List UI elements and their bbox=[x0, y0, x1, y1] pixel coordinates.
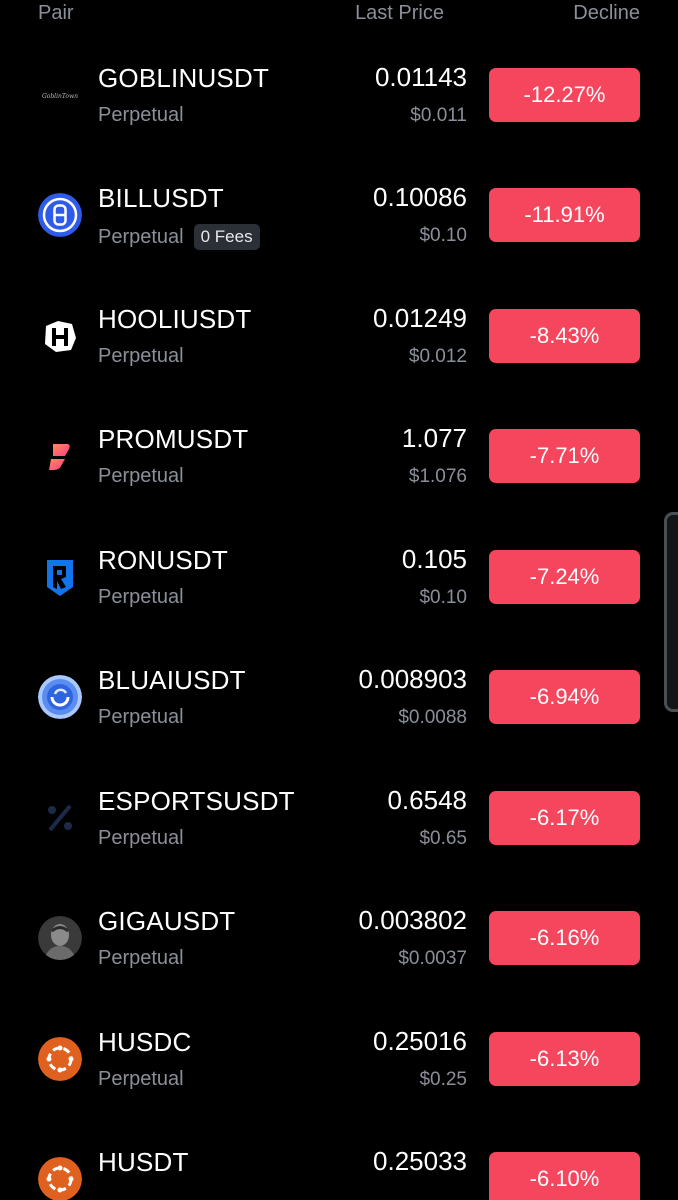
svg-text:GoblinTown: GoblinTown bbox=[42, 93, 78, 100]
bill-coin-icon bbox=[38, 193, 82, 237]
change-badge[interactable]: -6.16% bbox=[489, 911, 640, 965]
market-row-gigausdt[interactable]: GIGAUSDT Perpetual 0.003802 $0.0037 -6.1… bbox=[0, 891, 678, 1011]
pair-type: Perpetual bbox=[98, 465, 184, 487]
last-price-usd: $0.25 bbox=[419, 1069, 467, 1090]
last-price-usd: $0.012 bbox=[408, 346, 467, 367]
giga-avatar-icon bbox=[38, 916, 82, 960]
change-badge[interactable]: -6.17% bbox=[489, 791, 640, 845]
pair-symbol: PROMUSDT bbox=[98, 424, 249, 454]
last-price: 0.6548 bbox=[387, 785, 467, 815]
pair-type: Perpetual bbox=[98, 947, 184, 969]
goblin-logo-icon: GoblinTown bbox=[38, 73, 82, 117]
pair-type: Perpetual bbox=[98, 345, 184, 367]
market-row-esportsusdt[interactable]: ESPORTSUSDT Perpetual 0.6548 $0.65 -6.17… bbox=[0, 771, 678, 891]
pair-symbol: ESPORTSUSDT bbox=[98, 786, 295, 816]
pair-type-line: Perpetual bbox=[98, 345, 184, 368]
last-price: 0.105 bbox=[401, 544, 467, 574]
pair-type-line: Perpetual bbox=[98, 947, 184, 970]
change-badge[interactable]: -6.10% bbox=[489, 1152, 640, 1200]
pair-type: Perpetual bbox=[98, 225, 184, 248]
header-pair[interactable]: Pair bbox=[38, 2, 74, 25]
pair-type: Perpetual bbox=[98, 1068, 184, 1090]
last-price-usd: $0.10 bbox=[419, 225, 467, 246]
pair-symbol: GIGAUSDT bbox=[98, 906, 236, 936]
last-price-usd: $0.011 bbox=[410, 105, 467, 126]
prom-logo-icon bbox=[38, 434, 82, 478]
market-row-husdc[interactable]: HUSDC Perpetual 0.25016 $0.25 -6.13% bbox=[0, 1012, 678, 1132]
market-row-husdt[interactable]: HUSDT 0.25033 -6.10% bbox=[0, 1132, 678, 1200]
pair-type-line: Perpetual bbox=[98, 827, 184, 850]
last-price: 0.008903 bbox=[358, 664, 467, 694]
last-price-usd: $0.65 bbox=[419, 828, 467, 849]
market-row-ronusdt[interactable]: RONUSDT Perpetual 0.105 $0.10 -7.24% bbox=[0, 530, 678, 650]
last-price-usd: $0.10 bbox=[419, 587, 467, 608]
scrollbar-thumb[interactable] bbox=[664, 512, 678, 712]
last-price: 1.077 bbox=[401, 423, 467, 453]
market-row-promusdt[interactable]: PROMUSDT Perpetual 1.077 $1.076 -7.71% bbox=[0, 409, 678, 529]
esports-logo-icon bbox=[38, 796, 82, 840]
last-price: 0.10086 bbox=[373, 182, 467, 212]
pair-type-line: Perpetual bbox=[98, 586, 184, 609]
pair-type-line: Perpetual bbox=[98, 1068, 184, 1091]
last-price: 0.25033 bbox=[373, 1146, 467, 1176]
bluai-logo-icon bbox=[38, 675, 82, 719]
husd-logo-icon bbox=[38, 1037, 82, 1081]
pair-symbol: HOOLIUSDT bbox=[98, 304, 252, 334]
header-decline[interactable]: Decline bbox=[573, 2, 640, 25]
change-badge[interactable]: -6.94% bbox=[489, 670, 640, 724]
pair-symbol: BLUAIUSDT bbox=[98, 665, 246, 695]
market-row-goblinusdt[interactable]: GoblinTown GOBLINUSDT Perpetual 0.01143 … bbox=[0, 48, 678, 168]
last-price: 0.01143 bbox=[374, 62, 467, 92]
last-price-usd: $0.0088 bbox=[398, 707, 467, 728]
change-badge[interactable]: -7.24% bbox=[489, 550, 640, 604]
market-row-bluaiusdt[interactable]: BLUAIUSDT Perpetual 0.008903 $0.0088 -6.… bbox=[0, 650, 678, 770]
pair-type: Perpetual bbox=[98, 104, 184, 126]
pair-type-line: Perpetual bbox=[98, 465, 184, 488]
market-row-hooliusdt[interactable]: HOOLIUSDT Perpetual 0.01249 $0.012 -8.43… bbox=[0, 289, 678, 409]
header-last-price[interactable]: Last Price bbox=[355, 2, 444, 25]
pair-symbol: BILLUSDT bbox=[98, 183, 224, 213]
pair-symbol: RONUSDT bbox=[98, 545, 228, 575]
husd-logo-icon bbox=[38, 1157, 82, 1200]
pair-type-line: Perpetual bbox=[98, 706, 184, 729]
hooli-logo-icon bbox=[38, 314, 82, 358]
ronin-logo-icon bbox=[38, 555, 82, 599]
change-badge[interactable]: -8.43% bbox=[489, 309, 640, 363]
pair-type-line: Perpetual 0 Fees bbox=[98, 224, 260, 250]
last-price: 0.25016 bbox=[373, 1026, 467, 1056]
last-price-usd: $1.076 bbox=[408, 466, 467, 487]
pair-symbol: HUSDC bbox=[98, 1027, 192, 1057]
change-badge[interactable]: -11.91% bbox=[489, 188, 640, 242]
market-row-billusdt[interactable]: BILLUSDT Perpetual 0 Fees 0.10086 $0.10 -… bbox=[0, 168, 678, 288]
pair-symbol: HUSDT bbox=[98, 1147, 189, 1177]
zero-fees-badge: 0 Fees bbox=[193, 224, 260, 250]
pair-symbol: GOBLINUSDT bbox=[98, 63, 270, 93]
last-price: 0.003802 bbox=[358, 905, 467, 935]
pair-type-line: Perpetual bbox=[98, 104, 184, 127]
pair-type: Perpetual bbox=[98, 706, 184, 728]
change-badge[interactable]: -6.13% bbox=[489, 1032, 640, 1086]
list-header: Pair Last Price Decline bbox=[0, 0, 678, 30]
market-list-screen: Pair Last Price Decline GoblinTown GOBLI… bbox=[0, 0, 678, 1200]
pair-type: Perpetual bbox=[98, 827, 184, 849]
last-price-usd: $0.0037 bbox=[398, 948, 467, 969]
last-price: 0.01249 bbox=[373, 303, 467, 333]
change-badge[interactable]: -12.27% bbox=[489, 68, 640, 122]
change-badge[interactable]: -7.71% bbox=[489, 429, 640, 483]
pair-type: Perpetual bbox=[98, 586, 184, 608]
